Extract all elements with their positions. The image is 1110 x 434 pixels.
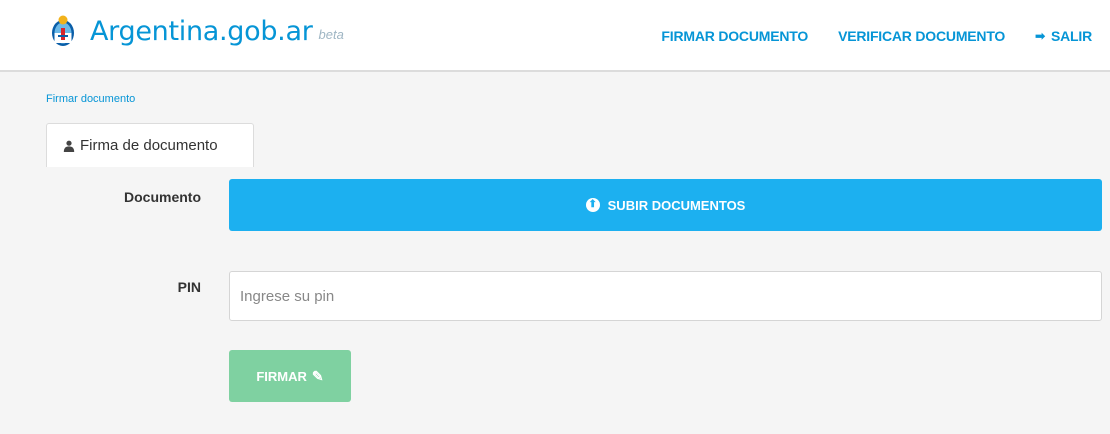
brand-name: Argentina.gob.ar — [90, 15, 313, 47]
upload-button-label: SUBIR DOCUMENTOS — [607, 197, 746, 213]
nav-salir[interactable]: ➡ SALIR — [1035, 28, 1092, 44]
pin-input[interactable] — [229, 271, 1102, 321]
tab-firma-de-documento[interactable]: Firma de documento — [46, 123, 254, 167]
nav-firmar-documento[interactable]: FIRMAR DOCUMENTO — [661, 28, 808, 44]
sign-button[interactable]: FIRMAR ✎ — [229, 350, 351, 402]
brand[interactable]: Argentina.gob.ar beta — [50, 14, 344, 48]
pencil-icon: ✎ — [311, 367, 324, 384]
upload-icon: ⬆ — [585, 198, 600, 212]
breadcrumb-firmar-documento[interactable]: Firmar documento — [46, 93, 135, 105]
upload-documents-button[interactable]: ⬆ SUBIR DOCUMENTOS — [229, 179, 1102, 231]
nav-verificar-documento[interactable]: VERIFICAR DOCUMENTO — [838, 28, 1005, 44]
tab-label: Firma de documento — [80, 137, 218, 154]
argentina-seal-icon — [52, 15, 74, 46]
brand-beta-tag: beta — [318, 26, 344, 42]
document-label: Documento — [124, 189, 201, 205]
nav-label: SALIR — [1050, 28, 1092, 44]
exit-icon: ➡ — [1035, 29, 1045, 43]
top-navbar: Argentina.gob.ar beta FIRMAR DOCUMENTO V… — [0, 0, 1110, 72]
nav-label: VERIFICAR DOCUMENTO — [838, 28, 1006, 44]
pin-label: PIN — [177, 279, 201, 295]
main-nav: FIRMAR DOCUMENTO VERIFICAR DOCUMENTO ➡ S… — [631, 0, 1092, 72]
user-icon — [63, 140, 75, 152]
sign-button-label: FIRMAR — [256, 368, 307, 384]
nav-label: FIRMAR DOCUMENTO — [661, 28, 809, 44]
